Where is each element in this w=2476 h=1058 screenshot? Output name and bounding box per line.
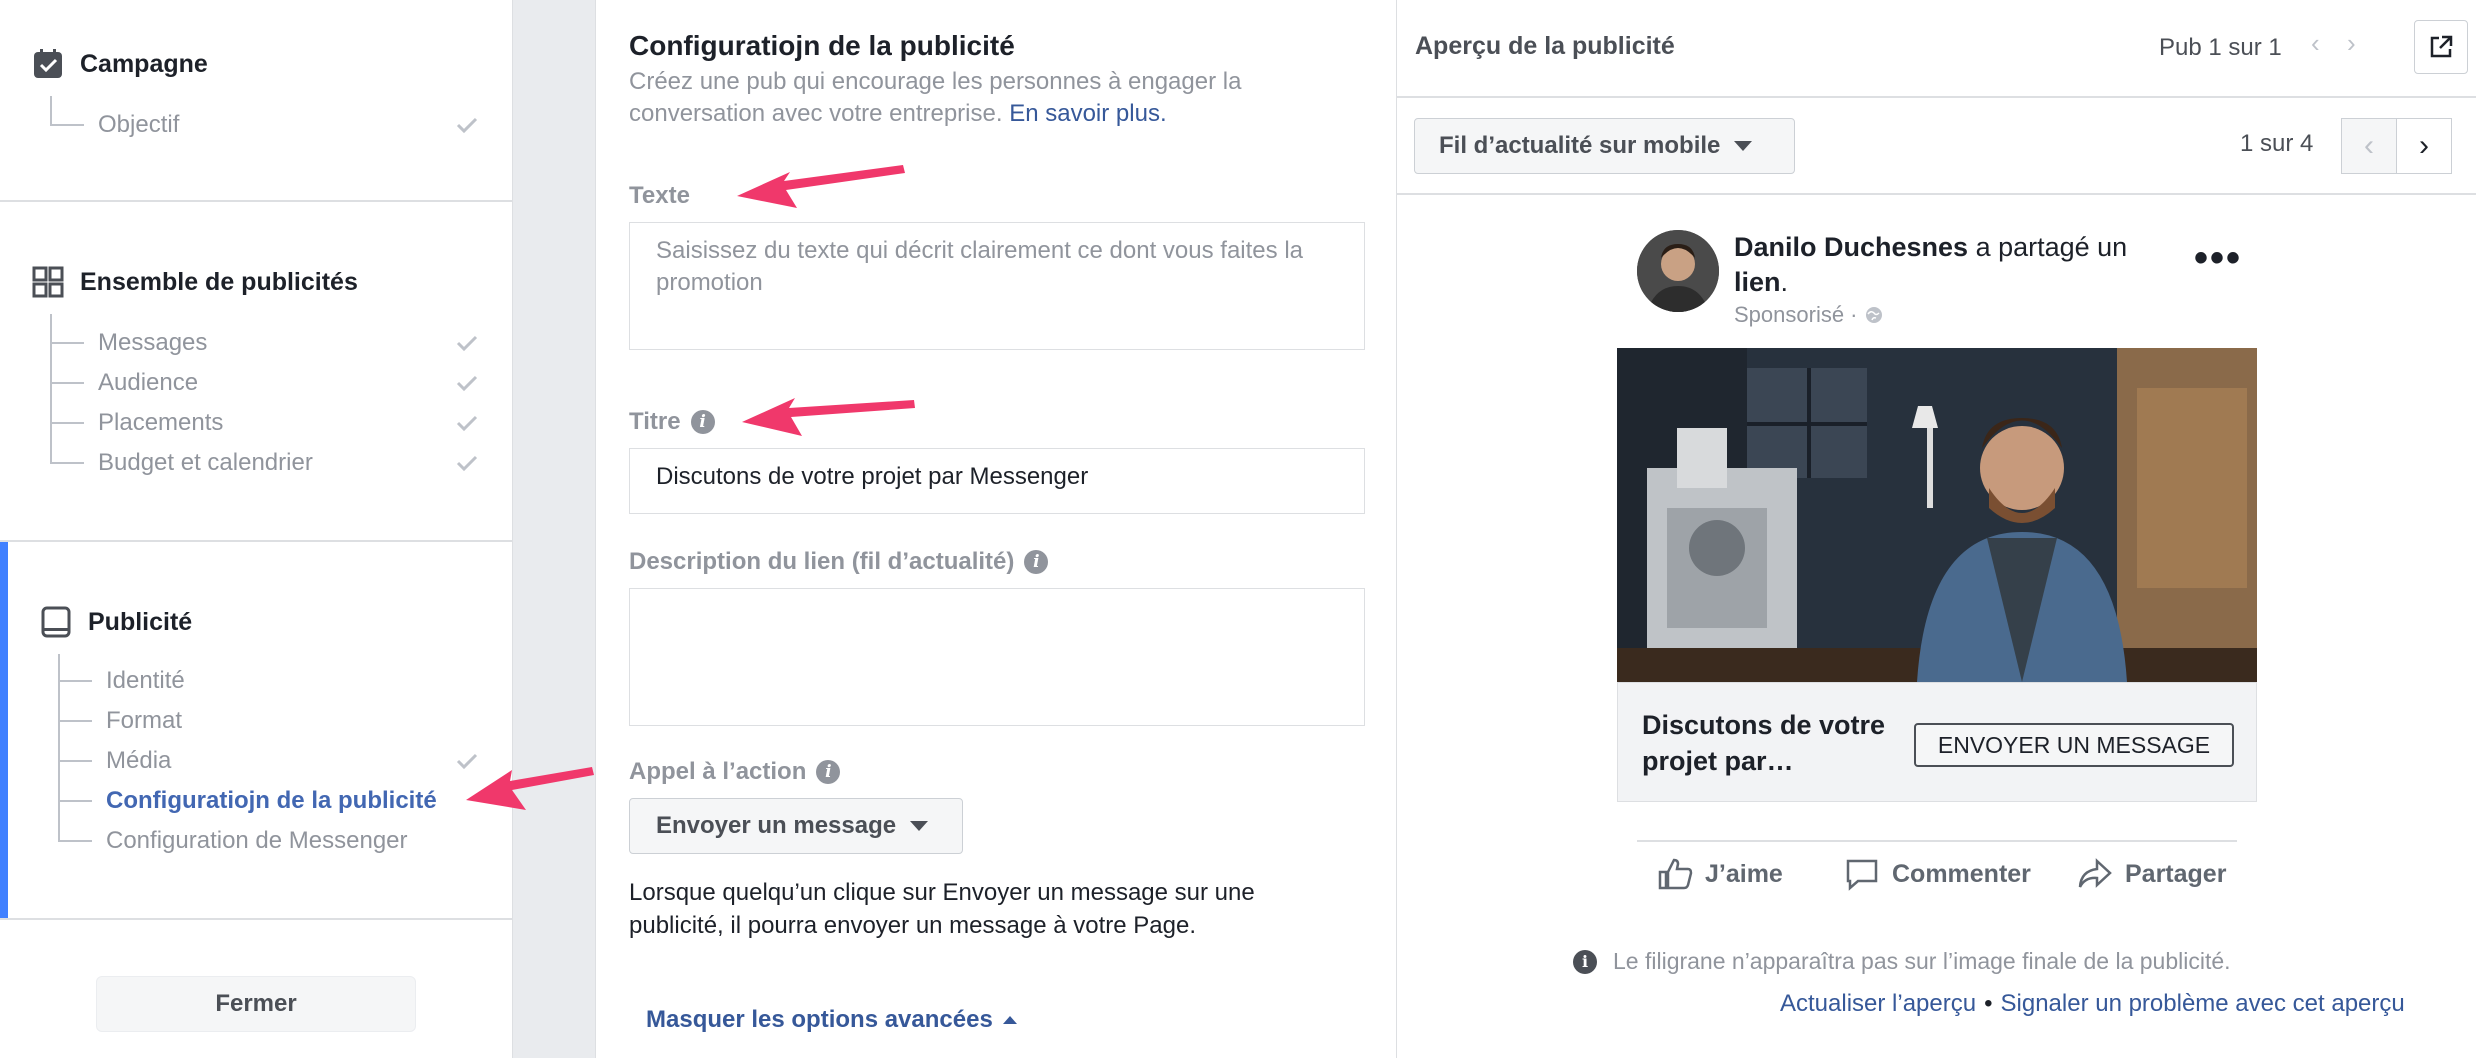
page-count: 1 sur 4 (2240, 130, 2314, 157)
sidebar-item-media[interactable]: Média (58, 741, 171, 781)
title-label: Titre i (629, 408, 715, 436)
ad-image (1617, 348, 2257, 682)
section-campaign[interactable]: Campagne (32, 48, 208, 80)
info-icon[interactable]: i (816, 760, 841, 784)
avatar[interactable] (1637, 230, 1719, 312)
grid-icon (32, 266, 64, 298)
check-icon (456, 752, 478, 770)
ad-link-footer[interactable]: Discutons de votre projet par… ENVOYER U… (1617, 682, 2257, 802)
sidebar-item-objectif[interactable]: Objectif (50, 105, 179, 145)
preview-links: Actualiser l’aperçu • Signaler un problème… (1780, 990, 2405, 1017)
more-options-icon[interactable]: ••• (2194, 236, 2242, 281)
text-label: Texte (629, 182, 690, 209)
section-ad[interactable]: Publicité (40, 606, 192, 638)
cta-help-text: Lorsque quelqu’un clique sur Envoyer un … (629, 879, 1255, 939)
learn-more-link[interactable]: En savoir plus. (1009, 100, 1166, 127)
caret-down-icon (1734, 141, 1753, 151)
active-section-indicator (0, 542, 8, 918)
ad-config-panel: Configuratiojn de la publicité Créez une… (595, 0, 1397, 1058)
prev-page-button[interactable]: ‹ (2341, 118, 2397, 174)
preview-title: Aperçu de la publicité (1415, 32, 1675, 60)
watermark-note: i Le filigrane n’apparaîtra pas sur l’ima… (1573, 948, 2231, 975)
ad-preview-panel: Aperçu de la publicité Pub 1 sur 1 ‹ › F… (1397, 0, 2476, 1058)
panel-subtitle: Créez une pub qui encourage les personne… (629, 68, 1242, 127)
tablet-icon (40, 606, 72, 638)
cta-label: Appel à l’action i (629, 758, 841, 786)
check-icon (456, 116, 478, 134)
section-ad-label: Publicité (88, 607, 193, 636)
sidebar-item-identite[interactable]: Identité (58, 661, 185, 701)
refresh-preview-link[interactable]: Actualiser l’aperçu (1780, 990, 1976, 1017)
sponsored-label: Sponsorisé · (1734, 302, 1884, 328)
post-object[interactable]: lien (1734, 267, 1781, 297)
text-input[interactable]: Saisissez du texte qui décrit clairement… (629, 222, 1365, 350)
share-button[interactable]: Partager (2077, 857, 2226, 891)
check-icon (456, 334, 478, 352)
info-icon: i (1573, 949, 1597, 974)
close-button[interactable]: Fermer (96, 976, 416, 1032)
sidebar-item-format[interactable]: Format (58, 701, 182, 741)
check-icon (456, 414, 478, 432)
external-link-icon (2430, 35, 2453, 58)
info-icon[interactable]: i (690, 410, 715, 434)
link-description-input[interactable] (629, 588, 1365, 726)
sidebar-item-budget[interactable]: Budget et calendrier (50, 443, 313, 483)
check-icon (456, 374, 478, 392)
chevron-left-icon[interactable]: ‹ (2311, 28, 2320, 59)
sidebar-item-messages[interactable]: Messages (50, 323, 207, 363)
sidebar: Campagne Objectif Ensemble de publicités… (0, 0, 513, 1058)
check-icon (456, 454, 478, 472)
comment-button[interactable]: Commenter (1844, 857, 2031, 891)
ad-headline: Discutons de votre projet par… (1642, 710, 1886, 776)
comment-icon (1846, 859, 1878, 891)
info-icon[interactable]: i (1024, 550, 1049, 574)
open-external-button[interactable] (2414, 20, 2468, 74)
thumbs-up-icon (1658, 858, 1693, 890)
link-description-label: Description du lien (fil d’actualité) i (629, 548, 1049, 576)
sidebar-item-audience[interactable]: Audience (50, 363, 198, 403)
caret-up-icon (1002, 1016, 1017, 1024)
sidebar-item-placements[interactable]: Placements (50, 403, 223, 443)
share-icon (2078, 858, 2112, 888)
caret-down-icon (910, 821, 929, 831)
like-button[interactable]: J’aime (1657, 857, 1783, 891)
panel-title: Configuratiojn de la publicité (629, 30, 1015, 61)
title-input[interactable]: Discutons de votre projet par Messenger (629, 448, 1365, 514)
send-message-cta-button[interactable]: ENVOYER UN MESSAGE (1914, 723, 2234, 767)
cta-dropdown[interactable]: Envoyer un message (629, 798, 963, 854)
report-problem-link[interactable]: Signaler un problème avec cet aperçu (2001, 990, 2405, 1017)
ad-count: Pub 1 sur 1 (2159, 34, 2282, 61)
section-adset[interactable]: Ensemble de publicités (32, 266, 358, 298)
post-header: Danilo Duchesnes a partagé un lien. (1734, 232, 2128, 297)
checkbox-icon (32, 48, 64, 80)
sidebar-item-messenger-config[interactable]: Configuration de Messenger (58, 821, 408, 861)
section-campaign-label: Campagne (80, 49, 208, 78)
placement-dropdown[interactable]: Fil d’actualité sur mobile (1414, 118, 1795, 174)
next-page-button[interactable]: › (2396, 118, 2452, 174)
advanced-options-toggle[interactable]: Masquer les options avancées (646, 1006, 1017, 1034)
globe-icon (1865, 307, 1882, 323)
sidebar-item-ad-config[interactable]: Configuratiojn de la publicité (58, 781, 437, 821)
post-author[interactable]: Danilo Duchesnes (1734, 232, 1968, 262)
chevron-right-icon[interactable]: › (2347, 28, 2356, 59)
section-adset-label: Ensemble de publicités (80, 267, 358, 296)
